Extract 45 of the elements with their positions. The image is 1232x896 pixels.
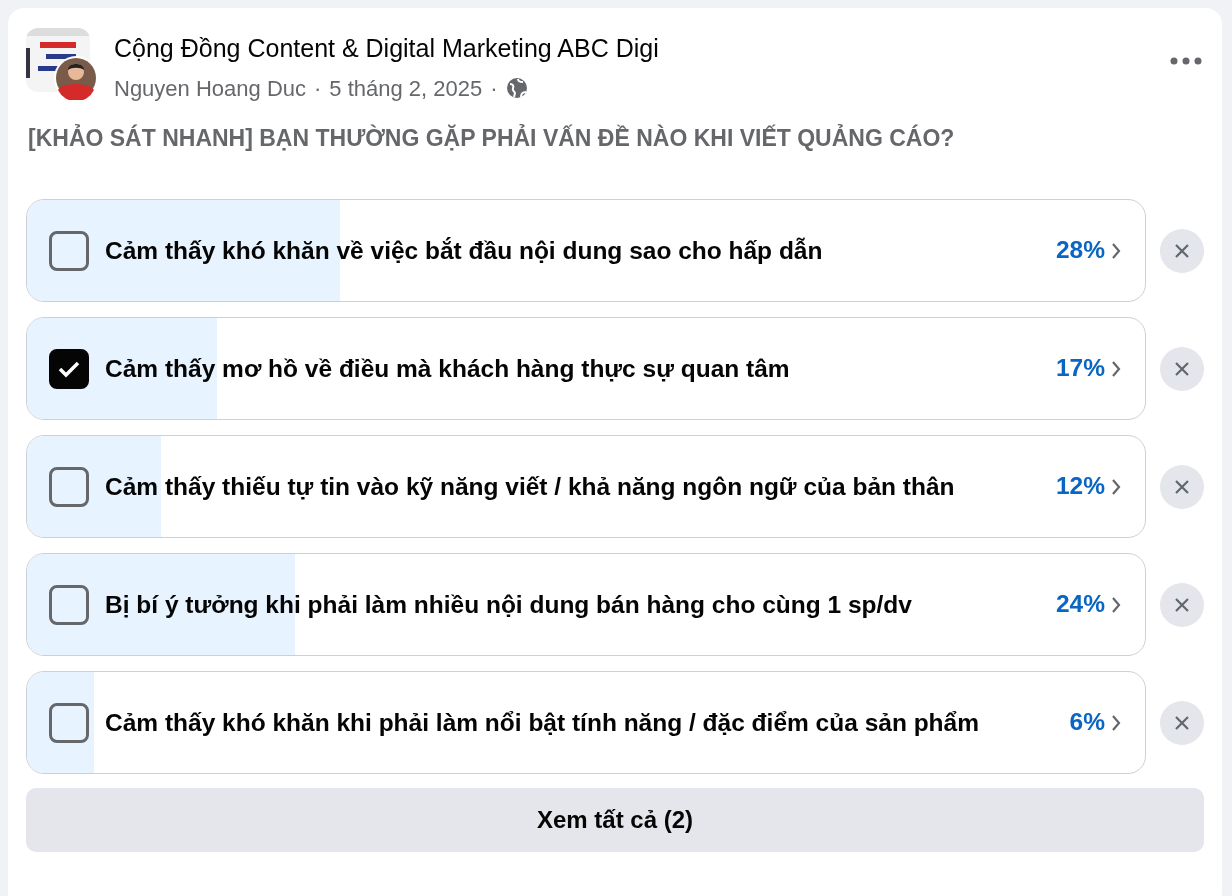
percentage-text[interactable]: 6%: [1069, 704, 1105, 741]
option-text: Cảm thấy thiếu tự tin vào kỹ năng viết / khả năng ngôn ngữ của bản thân: [105, 471, 956, 502]
post-date[interactable]: 5 tháng 2, 2025: [329, 71, 483, 105]
remove-button[interactable]: [1160, 346, 1204, 391]
check-icon: [58, 359, 80, 378]
globe-icon: [505, 77, 528, 99]
close-icon: [1174, 596, 1190, 613]
checkbox[interactable]: [49, 230, 89, 271]
author-name[interactable]: Nguyen Hoang Duc: [114, 71, 306, 105]
chevron-icon[interactable]: [1111, 713, 1121, 732]
chevron-icon[interactable]: [1111, 477, 1121, 496]
checkbox[interactable]: [49, 466, 89, 507]
remove-button[interactable]: [1160, 228, 1204, 273]
chevron-icon[interactable]: [1111, 595, 1121, 614]
percentage-text[interactable]: 28%: [1055, 232, 1105, 269]
percentage-text[interactable]: 12%: [1055, 468, 1105, 505]
checkbox[interactable]: [49, 348, 89, 389]
poll-option[interactable]: Cảm thấy khó khăn về việc bắt đầu nội dung sao cho hấp dẫn 28%: [26, 199, 1146, 302]
option-text: Cảm thấy mơ hồ về điều mà khách hàng thực sự quan tâm: [105, 353, 791, 384]
group-name[interactable]: Cộng Đồng Content & Digital Marketing ABC Digi: [114, 30, 1170, 68]
close-icon: [1174, 360, 1190, 377]
separator: ·: [490, 74, 498, 103]
close-icon: [1174, 478, 1190, 495]
close-icon: [1174, 242, 1190, 259]
remove-button[interactable]: [1160, 464, 1204, 509]
poll-option[interactable]: Bị bí ý tưởng khi phải làm nhiều nội dung bán hàng cho cùng 1 sp/dv 24%: [26, 553, 1146, 656]
checkbox[interactable]: [49, 702, 89, 743]
poll-option[interactable]: Cảm thấy mơ hồ về điều mà khách hàng thực sự quan tâm 17%: [26, 317, 1146, 420]
chevron-icon[interactable]: [1111, 241, 1121, 260]
option-text: Cảm thấy khó khăn về việc bắt đầu nội dung sao cho hấp dẫn: [105, 235, 824, 266]
option-text: Bị bí ý tưởng khi phải làm nhiều nội dung bán hàng cho cùng 1 sp/dv: [105, 589, 913, 620]
percentage-text[interactable]: 24%: [1055, 586, 1105, 623]
more-icon[interactable]: [1170, 56, 1202, 66]
poll-option[interactable]: Cảm thấy thiếu tự tin vào kỹ năng viết / khả năng ngôn ngữ của bản thân 12%: [26, 435, 1146, 538]
separator: ·: [314, 74, 322, 103]
chevron-icon[interactable]: [1111, 359, 1121, 378]
remove-button[interactable]: [1160, 582, 1204, 627]
checkbox[interactable]: [49, 584, 89, 625]
option-text: Cảm thấy khó khăn khi phải làm nổi bật tính năng / đặc điểm của sản phẩm: [105, 707, 980, 738]
see-all-button[interactable]: Xem tất cả (2): [26, 788, 1204, 852]
close-icon: [1174, 714, 1190, 731]
remove-button[interactable]: [1160, 700, 1204, 745]
poll-question: [KHẢO SÁT NHANH] BẠN THƯỜNG GẶP PHẢI VẤN ĐỀ NÀO KHI VIẾT QUẢNG CÁO?: [28, 123, 956, 153]
percentage-text[interactable]: 17%: [1055, 350, 1105, 387]
poll-option[interactable]: Cảm thấy khó khăn khi phải làm nổi bật tính năng / đặc điểm của sản phẩm 6%: [26, 671, 1146, 774]
